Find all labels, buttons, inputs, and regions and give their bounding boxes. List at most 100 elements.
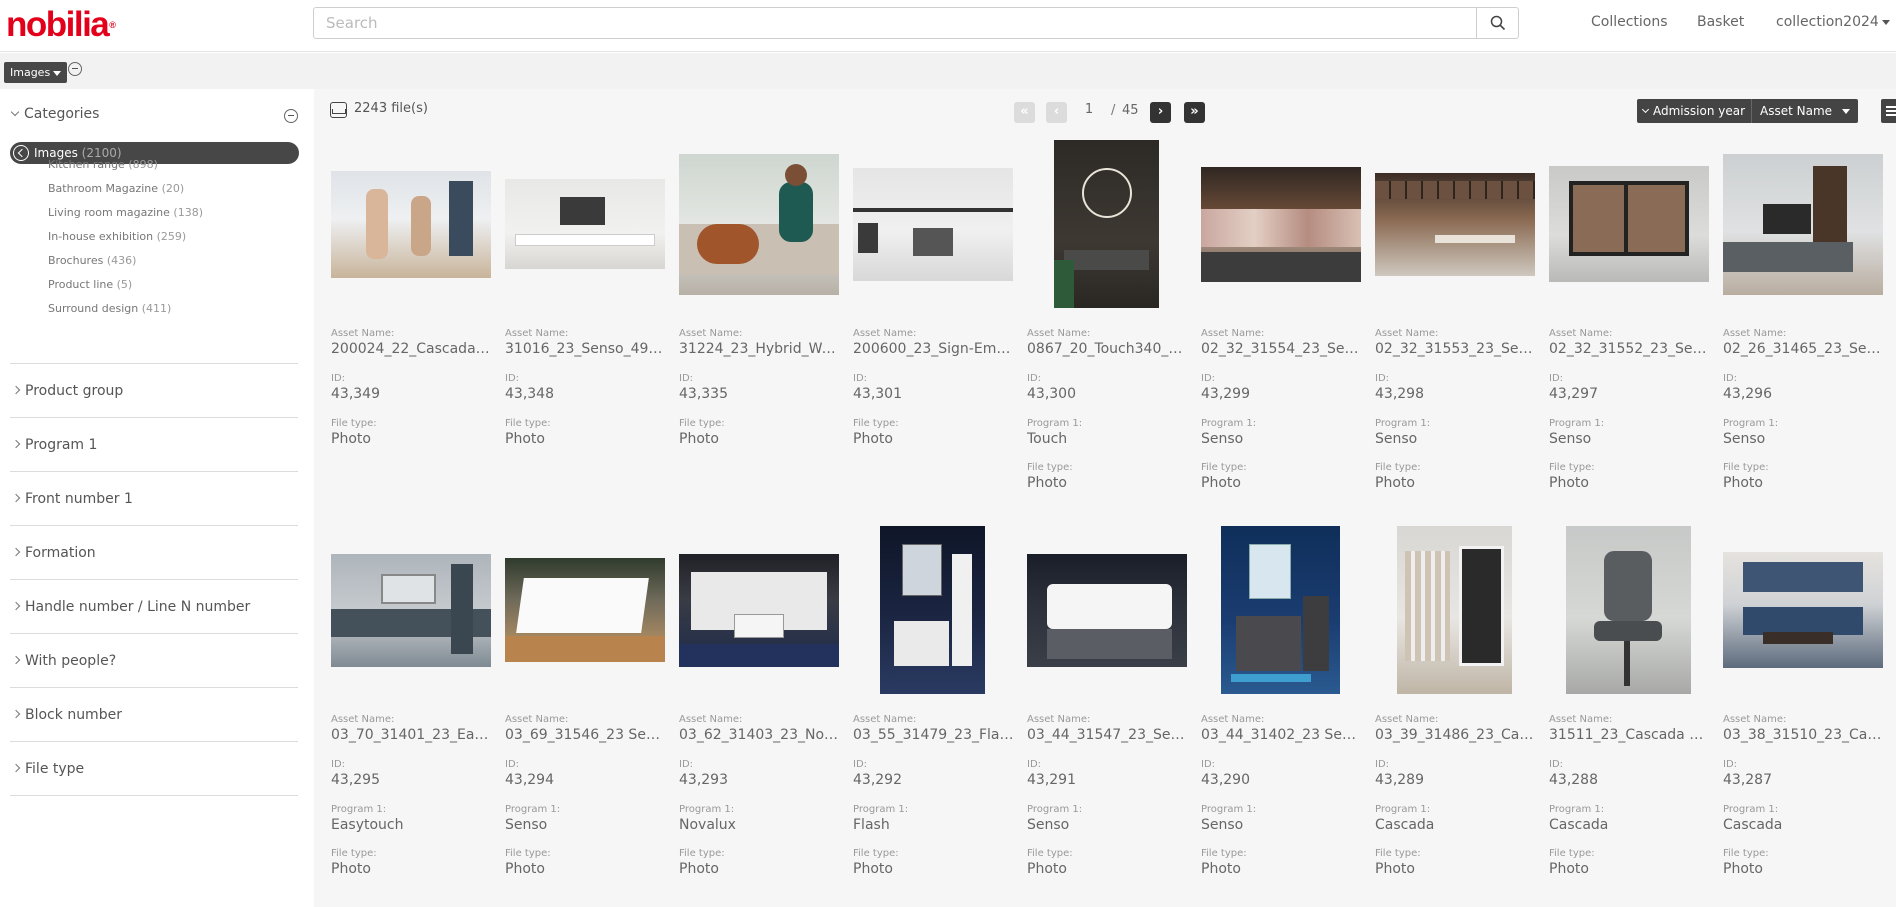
facet-product-group[interactable]: Product group <box>10 363 298 417</box>
subcategory-item[interactable]: Living room magazine (138) <box>48 206 203 219</box>
asset-card[interactable]: Asset Name: 0867_20_Touch340_R1... ID: 4… <box>1024 139 1189 509</box>
asset-name: 200600_23_Sign-Emoti... <box>853 341 1015 357</box>
facet-program-1[interactable]: Program 1 <box>10 417 298 471</box>
subcategory-item[interactable]: In-house exhibition (259) <box>48 230 186 243</box>
facet-front-number-1[interactable]: Front number 1 <box>10 471 298 525</box>
asset-thumbnail[interactable] <box>850 139 1015 309</box>
facet-with-people[interactable]: With people? <box>10 633 298 687</box>
facet-label: Front number 1 <box>25 491 133 507</box>
subcategory-item[interactable]: Surround design (411) <box>48 302 171 315</box>
asset-thumbnail[interactable] <box>1546 525 1711 695</box>
asset-thumbnail[interactable] <box>328 525 493 695</box>
asset-thumbnail[interactable] <box>1720 525 1885 695</box>
collection-dropdown-label: collection2024 <box>1776 14 1879 30</box>
file-type-label: File type: <box>1549 462 1595 473</box>
asset-card[interactable]: Asset Name: 03_69_31546_23 Sens... ID: 4… <box>502 525 667 895</box>
asset-card[interactable]: Asset Name: 02_26_31465_23_Sens... ID: 4… <box>1720 139 1885 509</box>
asset-thumbnail[interactable] <box>1720 139 1885 309</box>
asset-thumbnail[interactable] <box>1198 139 1363 309</box>
images-type-dropdown[interactable]: Images <box>4 62 68 83</box>
subcategory-item[interactable]: Kitchen range (898) <box>48 158 158 171</box>
asset-name: 31511_23_Cascada 77... <box>1549 727 1711 743</box>
asset-thumbnail[interactable] <box>328 139 493 309</box>
asset-file-type: Photo <box>505 861 545 877</box>
asset-name-label: Asset Name: <box>1201 714 1265 725</box>
back-arrow-icon[interactable] <box>13 145 29 161</box>
asset-thumbnail[interactable] <box>1024 525 1189 695</box>
asset-thumbnail[interactable] <box>850 525 1015 695</box>
asset-card[interactable]: Asset Name: 31511_23_Cascada 77... ID: 4… <box>1546 525 1711 895</box>
asset-file-type: Photo <box>679 431 719 447</box>
asset-card[interactable]: Asset Name: 31224_23_Hybrid_Woh... ID: 4… <box>676 139 841 509</box>
asset-card[interactable]: Asset Name: 03_44_31547_23_Sens... ID: 4… <box>1024 525 1189 895</box>
asset-file-type: Photo <box>331 431 371 447</box>
asset-thumbnail[interactable] <box>502 525 667 695</box>
asset-card[interactable]: Asset Name: 03_39_31486_23_Casc... ID: 4… <box>1372 525 1537 895</box>
categories-header[interactable]: Categories <box>10 106 99 122</box>
asset-id-label: ID: <box>1375 373 1390 384</box>
view-size-button[interactable]: M <box>1881 99 1896 123</box>
asset-photo <box>1548 166 1709 282</box>
program-label: Program 1: <box>853 804 909 815</box>
prev-page-button[interactable]: ‹ <box>1046 102 1067 123</box>
program-label: Program 1: <box>1375 804 1431 815</box>
page-number-input[interactable]: 1 <box>1074 102 1104 123</box>
collection-dropdown[interactable]: collection2024 <box>1776 0 1890 44</box>
first-page-button[interactable]: « <box>1014 102 1035 123</box>
asset-program: Senso <box>1201 431 1244 447</box>
asset-card[interactable]: Asset Name: 03_55_31479_23_Flash... ID: … <box>850 525 1015 895</box>
last-page-button[interactable]: » <box>1184 102 1205 123</box>
asset-card[interactable]: Asset Name: 31016_23_Senso_490_... ID: 4… <box>502 139 667 509</box>
asset-card[interactable]: Asset Name: 03_38_31510_23_Casc... ID: 4… <box>1720 525 1885 895</box>
asset-thumbnail[interactable] <box>676 525 841 695</box>
sort-admission-year[interactable]: Admission year <box>1637 99 1751 123</box>
facet-handle-number-line-n-number[interactable]: Handle number / Line N number <box>10 579 298 633</box>
asset-card[interactable]: Asset Name: 02_32_31554_23_Sens... ID: 4… <box>1198 139 1363 509</box>
asset-name-label: Asset Name: <box>1549 714 1613 725</box>
asset-card[interactable]: Asset Name: 03_62_31403_23_Nova... ID: 4… <box>676 525 841 895</box>
asset-card[interactable]: Asset Name: 03_70_31401_23_Easyt... ID: … <box>328 525 493 895</box>
asset-name-label: Asset Name: <box>331 714 395 725</box>
asset-card[interactable]: Asset Name: 200600_23_Sign-Emoti... ID: … <box>850 139 1015 509</box>
collapse-categories-icon[interactable] <box>284 109 298 123</box>
images-type-label: Images <box>10 66 51 79</box>
asset-thumbnail[interactable] <box>1372 525 1537 695</box>
asset-photo <box>330 170 491 278</box>
asset-id: 43,298 <box>1375 386 1424 402</box>
subcategory-item[interactable]: Product line (5) <box>48 278 132 291</box>
asset-thumbnail[interactable] <box>1024 139 1189 309</box>
search-button[interactable] <box>1476 8 1518 38</box>
asset-thumbnail[interactable] <box>1546 139 1711 309</box>
asset-card[interactable]: Asset Name: 02_32_31552_23_Sens... ID: 4… <box>1546 139 1711 509</box>
file-type-label: File type: <box>331 418 377 429</box>
registered-mark: ® <box>109 20 116 30</box>
sort-asset-name-dropdown[interactable]: Asset Name <box>1751 99 1858 123</box>
asset-id: 43,290 <box>1201 772 1250 788</box>
subcategory-label: Kitchen range <box>48 158 125 171</box>
asset-name-label: Asset Name: <box>853 714 917 725</box>
facet-block-number[interactable]: Block number <box>10 687 298 741</box>
subcategory-item[interactable]: Bathroom Magazine (20) <box>48 182 184 195</box>
next-page-button[interactable]: › <box>1150 102 1171 123</box>
asset-file-type: Photo <box>1723 475 1763 491</box>
asset-thumbnail[interactable] <box>502 139 667 309</box>
facet-formation[interactable]: Formation <box>10 525 298 579</box>
asset-thumbnail[interactable] <box>1372 139 1537 309</box>
asset-card[interactable]: Asset Name: 02_32_31553_23_Sens... ID: 4… <box>1372 139 1537 509</box>
asset-thumbnail[interactable] <box>1198 525 1363 695</box>
collapse-filter-icon[interactable] <box>68 62 82 76</box>
asset-name: 03_55_31479_23_Flash... <box>853 727 1015 743</box>
nobilia-logo[interactable]: nobilia® <box>6 5 116 45</box>
asset-card[interactable]: Asset Name: 200024_22_Cascada_7... ID: 4… <box>328 139 493 509</box>
nav-basket[interactable]: Basket <box>1697 0 1744 44</box>
asset-card[interactable]: Asset Name: 03_44_31402_23 Sens... ID: 4… <box>1198 525 1363 895</box>
asset-id-label: ID: <box>1723 759 1738 770</box>
nav-collections[interactable]: Collections <box>1591 0 1668 44</box>
asset-thumbnail[interactable] <box>676 139 841 309</box>
subcategory-item[interactable]: Brochures (436) <box>48 254 136 267</box>
asset-file-type: Photo <box>1027 861 1067 877</box>
asset-name: 03_70_31401_23_Easyt... <box>331 727 493 743</box>
facet-file-type[interactable]: File type <box>10 741 298 795</box>
search-input[interactable] <box>314 8 1518 38</box>
asset-id-label: ID: <box>853 373 868 384</box>
